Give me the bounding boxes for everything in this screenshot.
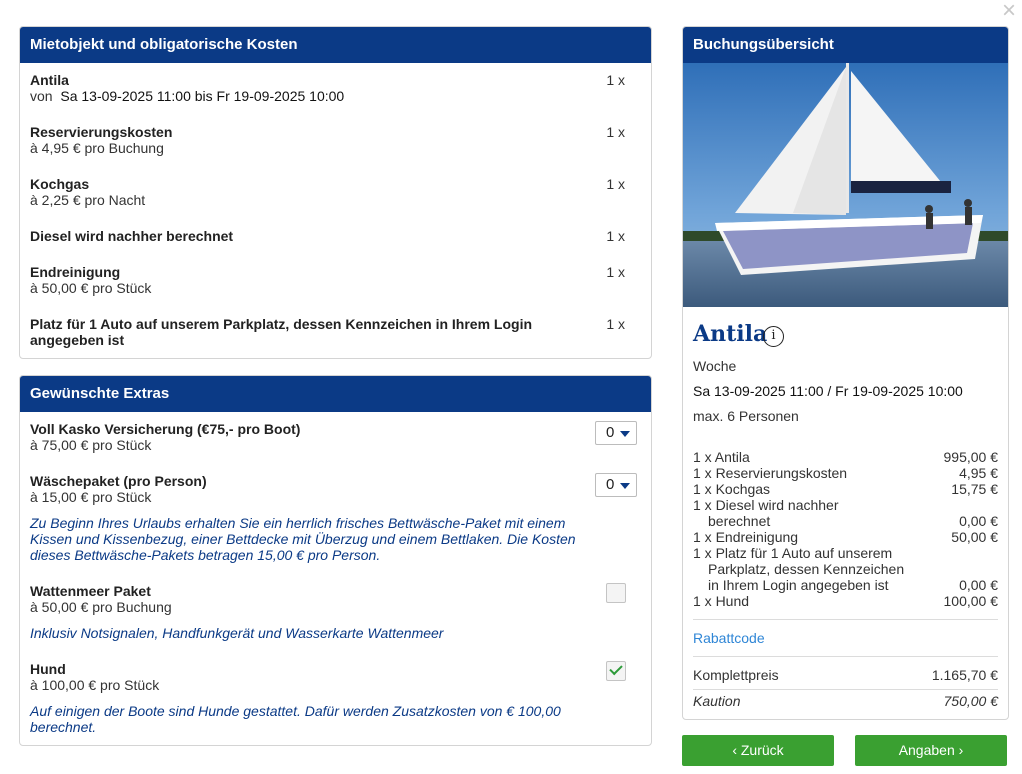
extras-panel: Gewünschte Extras Voll Kasko Versicherun… bbox=[19, 375, 652, 746]
total-row: Komplettpreis 1.165,70 € bbox=[693, 667, 998, 683]
back-button[interactable]: ‹ Zurück bbox=[682, 735, 834, 766]
chevron-down-icon bbox=[620, 431, 630, 437]
cost-row: 1 x Endreinigung 50,00 € bbox=[693, 529, 998, 545]
extra-item-description: Inklusiv Notsignalen, Handfunkgerät und … bbox=[30, 625, 444, 641]
extra-item-price: à 15,00 € pro Stück bbox=[30, 489, 152, 505]
cost-row: 1 x Diesel wird nachher berechnet 0,00 € bbox=[693, 497, 998, 529]
extra-item-title: Wäschepaket (pro Person) bbox=[30, 473, 207, 489]
total-amount: 1.165,70 € bbox=[931, 667, 998, 683]
rental-panel-header: Mietobjekt und obligatorische Kosten bbox=[20, 27, 651, 63]
cost-label: 1 x Kochgas bbox=[693, 481, 771, 497]
cost-amount: 50,00 € bbox=[951, 529, 998, 545]
wadden-package-checkbox[interactable] bbox=[606, 583, 626, 603]
cost-amount: 0,00 € bbox=[959, 577, 998, 593]
period-type: Woche bbox=[693, 358, 737, 374]
cost-amount: 995,00 € bbox=[943, 449, 999, 465]
discount-code-link[interactable]: Rabattcode bbox=[693, 630, 765, 646]
cost-label: 1 x Antila bbox=[693, 449, 750, 465]
cost-row: 1 x Hund 100,00 € bbox=[693, 593, 998, 609]
rental-item-qty: 1 x bbox=[606, 72, 625, 88]
rental-item-reservation: Reservierungskosten à 4,95 € pro Buchung… bbox=[30, 124, 641, 156]
cost-row: 1 x Platz für 1 Auto auf unserem Parkpla… bbox=[693, 545, 998, 593]
divider bbox=[693, 689, 998, 690]
rental-item-title: Diesel wird nachher berechnet bbox=[30, 228, 234, 244]
chevron-down-icon bbox=[620, 483, 630, 489]
max-persons: max. 6 Personen bbox=[693, 408, 799, 424]
extra-item-title: Hund bbox=[30, 661, 66, 677]
cost-label: 1 x Platz für 1 Auto auf unserem bbox=[693, 545, 893, 561]
cost-row: 1 x Antila 995,00 € bbox=[693, 449, 998, 465]
cost-row: 1 x Reservierungskosten 4,95 € bbox=[693, 465, 998, 481]
cost-label: 1 x Endreinigung bbox=[693, 529, 799, 545]
rental-item-title: Antila bbox=[30, 72, 69, 88]
boat-photo bbox=[683, 63, 1008, 307]
select-value: 0 bbox=[606, 424, 615, 441]
cost-label: 1 x Hund bbox=[693, 593, 750, 609]
extra-item-wadden: Wattenmeer Paket à 50,00 € pro Buchung bbox=[30, 583, 641, 615]
dog-checkbox[interactable] bbox=[606, 661, 626, 681]
cost-label: 1 x Diesel wird nachher bbox=[693, 497, 839, 513]
info-icon[interactable]: i bbox=[763, 326, 784, 347]
extra-item-title: Voll Kasko Versicherung (€75,- pro Boot) bbox=[30, 421, 301, 437]
rental-item-qty: 1 x bbox=[606, 316, 625, 332]
deposit-label: Kaution bbox=[693, 693, 741, 709]
deposit-row: Kaution 750,00 € bbox=[693, 693, 998, 709]
cost-label: 1 x Reservierungskosten bbox=[693, 465, 848, 481]
extras-panel-header: Gewünschte Extras bbox=[20, 376, 651, 412]
cost-label-cont: berechnet bbox=[708, 513, 771, 529]
rental-item-qty: 1 x bbox=[606, 264, 625, 280]
divider bbox=[693, 619, 998, 620]
cost-label-cont: in Ihrem Login angegeben ist bbox=[708, 577, 889, 593]
insurance-quantity-select[interactable]: 0 bbox=[595, 421, 637, 445]
deposit-amount: 750,00 € bbox=[943, 693, 999, 709]
rental-item-price: à 50,00 € pro Stück bbox=[30, 280, 152, 296]
rental-item-price: à 2,25 € pro Nacht bbox=[30, 192, 146, 208]
extra-item-title: Wattenmeer Paket bbox=[30, 583, 151, 599]
boat-name: Antila bbox=[693, 321, 768, 347]
cost-amount: 0,00 € bbox=[959, 513, 998, 529]
rental-item-cooking-gas: Kochgas à 2,25 € pro Nacht 1 x bbox=[30, 176, 641, 208]
close-icon[interactable]: × bbox=[998, 0, 1020, 23]
rental-item-qty: 1 x bbox=[606, 176, 625, 192]
extra-item-price: à 100,00 € pro Stück bbox=[30, 677, 160, 693]
rental-item-cleaning: Endreinigung à 50,00 € pro Stück 1 x bbox=[30, 264, 641, 296]
cost-amount: 4,95 € bbox=[959, 465, 998, 481]
period-dates: Sa 13-09-2025 11:00 bis Fr 19-09-2025 10… bbox=[60, 88, 345, 104]
summary-panel: Buchungsübersicht Antila i Woche Sa 13-0… bbox=[682, 26, 1009, 720]
checkmark-icon bbox=[609, 661, 623, 676]
cost-label-cont: Parkplatz, dessen Kennzeichen bbox=[708, 561, 905, 577]
rental-item-parking: Platz für 1 Auto auf unserem Parkplatz, … bbox=[30, 316, 561, 348]
extra-item-dog: Hund à 100,00 € pro Stück bbox=[30, 661, 641, 693]
rental-panel: Mietobjekt und obligatorische Kosten Ant… bbox=[19, 26, 652, 359]
rental-item-title: Endreinigung bbox=[30, 264, 121, 280]
rental-item-title: Kochgas bbox=[30, 176, 90, 192]
extra-item-description: Auf einigen der Boote sind Hunde gestatt… bbox=[30, 703, 561, 735]
rental-item-period: von Sa 13-09-2025 11:00 bis Fr 19-09-202… bbox=[30, 88, 641, 104]
divider bbox=[693, 656, 998, 657]
rental-item-diesel: Diesel wird nachher berechnet 1 x bbox=[30, 228, 641, 244]
total-label: Komplettpreis bbox=[693, 667, 779, 683]
cost-amount: 100,00 € bbox=[943, 593, 999, 609]
cost-amount: 15,75 € bbox=[951, 481, 998, 497]
cost-row: 1 x Kochgas 15,75 € bbox=[693, 481, 998, 497]
rental-item-price: à 4,95 € pro Buchung bbox=[30, 140, 164, 156]
rental-item-title: Platz für 1 Auto auf unserem Parkplatz, … bbox=[30, 316, 533, 348]
period-prefix: von bbox=[30, 88, 53, 104]
rental-item-qty: 1 x bbox=[606, 228, 625, 244]
extra-item-price: à 75,00 € pro Stück bbox=[30, 437, 152, 453]
extra-item-price: à 50,00 € pro Buchung bbox=[30, 599, 172, 615]
extra-item-insurance: Voll Kasko Versicherung (€75,- pro Boot)… bbox=[30, 421, 641, 453]
linen-quantity-select[interactable]: 0 bbox=[595, 473, 637, 497]
summary-panel-header: Buchungsübersicht bbox=[683, 27, 1008, 63]
rental-item-qty: 1 x bbox=[606, 124, 625, 140]
rental-item-title: Reservierungskosten bbox=[30, 124, 173, 140]
extra-item-description: Zu Beginn Ihres Urlaubs erhalten Sie ein… bbox=[30, 515, 576, 563]
rental-item-boat: Antila von Sa 13-09-2025 11:00 bis Fr 19… bbox=[30, 72, 641, 104]
next-button[interactable]: Angaben › bbox=[855, 735, 1007, 766]
extra-item-linen: Wäschepaket (pro Person) à 15,00 € pro S… bbox=[30, 473, 641, 505]
select-value: 0 bbox=[606, 476, 615, 493]
booking-dates: Sa 13-09-2025 11:00 / Fr 19-09-2025 10:0… bbox=[693, 383, 963, 399]
